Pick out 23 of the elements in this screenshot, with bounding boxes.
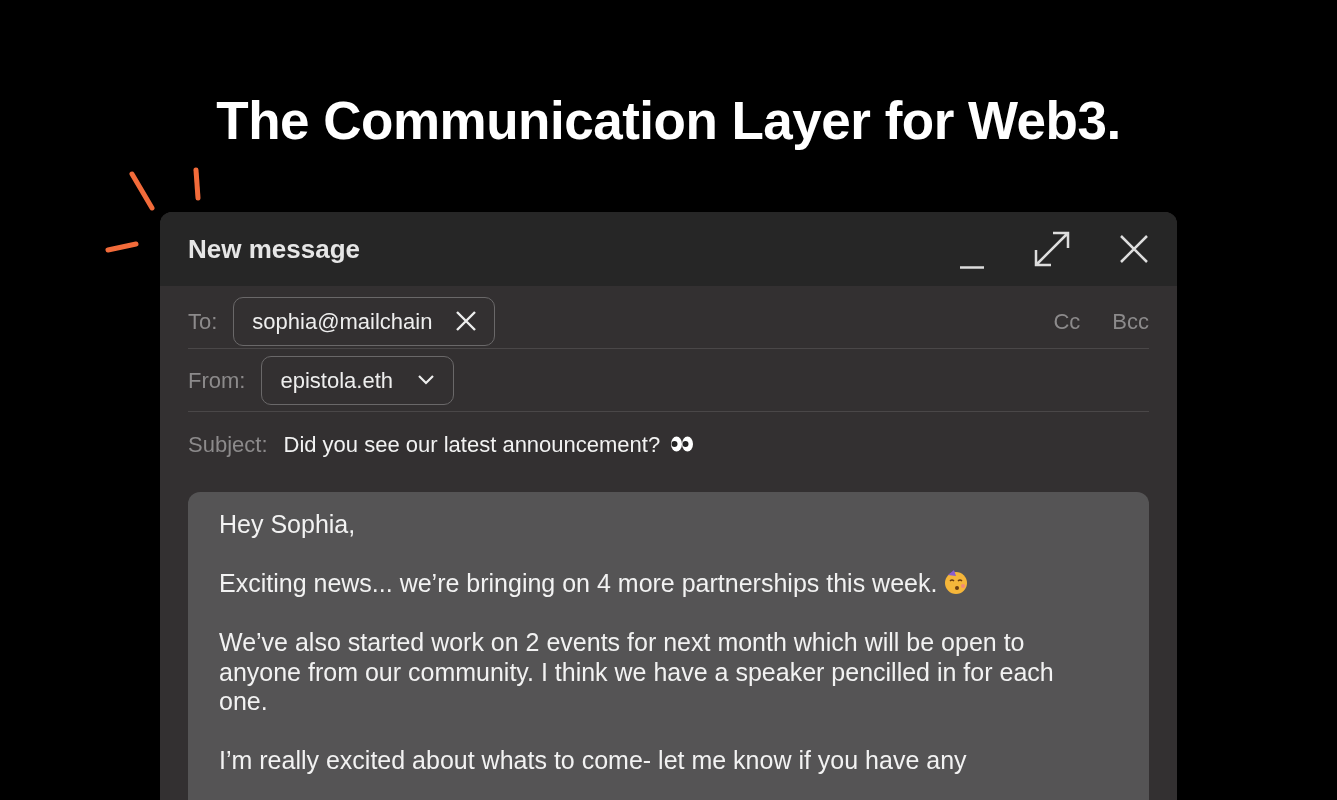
message-paragraph: We’ve also started work on 2 events for next month which will be open to anyone from our community. I think we have a speaker pencilled in for each one.: [219, 628, 1054, 715]
expand-icon: [1033, 230, 1071, 268]
window-title: New message: [188, 232, 361, 266]
chevron-down-icon: [417, 374, 435, 386]
close-icon: [1119, 234, 1149, 264]
message-body-field[interactable]: [188, 492, 1149, 800]
to-label: To:: [188, 307, 218, 336]
message-paragraph: I’m really excited about whats to come- let me know if you have any: [219, 746, 967, 774]
message-paragraph: Exciting news... we’re bringing on 4 more partnerships this week.: [219, 569, 938, 597]
subject-field[interactable]: Did you see our latest announcement?: [283, 427, 661, 461]
sender-dropdown[interactable]: epistola.eth: [261, 355, 454, 405]
minimize-icon: [959, 265, 985, 269]
remove-icon[interactable]: [456, 311, 477, 331]
cc-link[interactable]: Cc: [1053, 304, 1081, 338]
subject-label: Subject:: [188, 430, 268, 459]
from-label: From:: [188, 366, 246, 395]
expand-button[interactable]: [1033, 230, 1071, 268]
close-button[interactable]: [1119, 234, 1149, 264]
message-paragraph: Hey Sophia,: [219, 510, 356, 538]
recipient-chip[interactable]: sophia@mailchain: [233, 296, 496, 346]
bcc-link[interactable]: Bcc: [1112, 304, 1149, 338]
headline: The Communication Layer for Web3.: [215, 90, 1122, 150]
recipient-address: sophia@mailchain: [252, 307, 433, 336]
